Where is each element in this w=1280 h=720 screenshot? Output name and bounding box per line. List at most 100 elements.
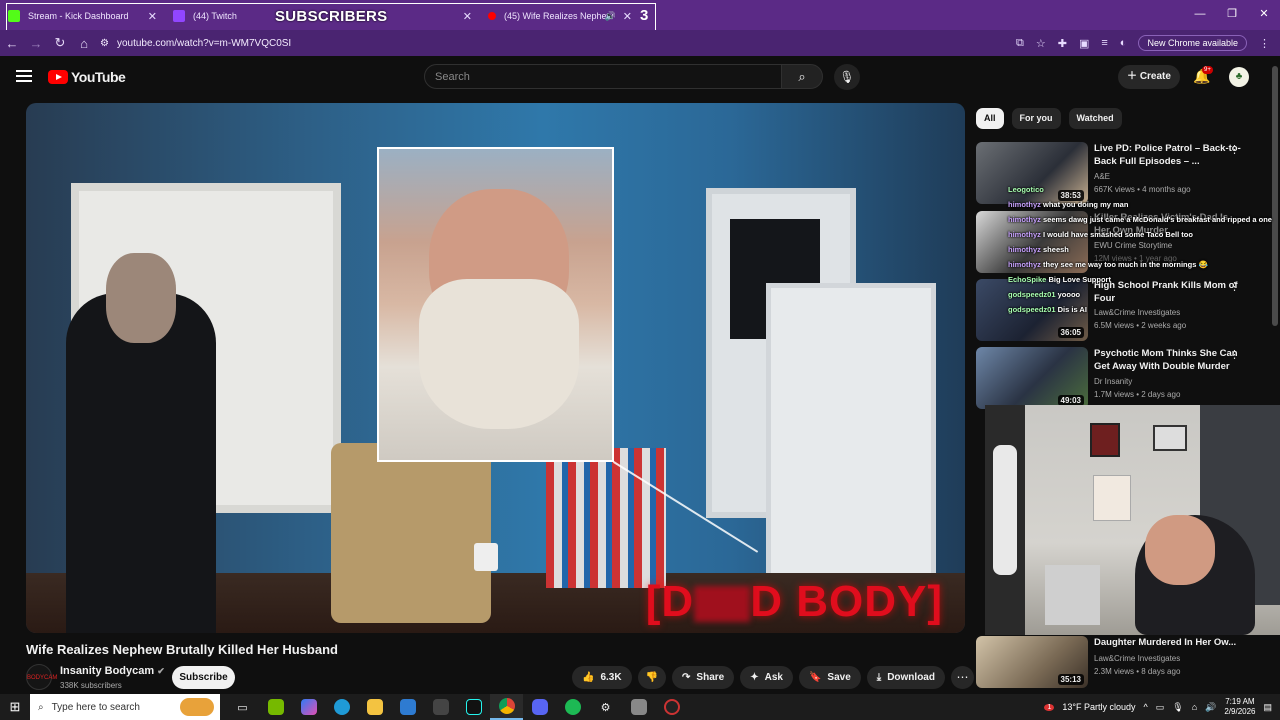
microphone-icon[interactable]: 🎙 <box>834 64 860 90</box>
recommendation-title[interactable]: Daughter Murdered In Her Ow... <box>1094 636 1244 649</box>
forward-icon[interactable]: → <box>24 36 48 51</box>
sidebar-icon[interactable]: ▣ <box>1079 37 1089 50</box>
close-tab-icon[interactable]: ✕ <box>623 10 632 23</box>
hamburger-menu-icon[interactable] <box>16 70 32 82</box>
youtube-logo[interactable]: YouTube <box>48 69 126 85</box>
chat-message: himothyz I would have smashed some Taco … <box>1008 230 1193 239</box>
search-input[interactable]: Search <box>424 64 782 89</box>
close-tab-icon[interactable]: ✕ <box>463 10 472 23</box>
recommendation-channel[interactable]: Dr Insanity <box>1094 377 1132 386</box>
search-icon[interactable]: ⌕ <box>781 64 823 89</box>
chip-for-you[interactable]: For you <box>1011 108 1061 129</box>
copilot-icon[interactable] <box>292 694 325 720</box>
video-actions: 👍 6.3K 👎 ↷ Share ✦ Ask 🔖 Save ⤓ Download ⋯ <box>572 666 974 689</box>
recommendation-channel[interactable]: Law&Crime Investigates <box>1094 308 1180 317</box>
browser-menu-icon[interactable]: ⋮ <box>1259 37 1270 50</box>
ask-button[interactable]: ✦ Ask <box>740 666 793 689</box>
video-player[interactable]: [D D BODY] <box>26 103 965 633</box>
bookmark-star-icon[interactable]: ☆ <box>1036 37 1046 50</box>
share-button[interactable]: ↷ Share <box>672 666 735 689</box>
spotify-icon[interactable] <box>556 694 589 720</box>
video-thumbnail[interactable]: 49:03 <box>976 347 1088 409</box>
tab-youtube[interactable]: (45) Wife Realizes Nephew 🔊 ✕ <box>480 3 640 29</box>
url-text: youtube.com/watch?v=m-WM7VQC0SI <box>116 37 292 49</box>
like-button[interactable]: 👍 6.3K <box>572 666 632 689</box>
close-tab-icon[interactable]: ✕ <box>148 10 157 23</box>
site-info-icon[interactable]: ⚙ <box>100 38 109 49</box>
app-icon[interactable] <box>622 694 655 720</box>
dislike-button[interactable]: 👎 <box>637 666 667 689</box>
chat-username: himothyz <box>1008 245 1041 254</box>
reading-list-icon[interactable]: ≡ <box>1101 37 1107 49</box>
settings-gear-icon[interactable]: ⚙ <box>589 694 622 720</box>
nvidia-icon[interactable] <box>259 694 292 720</box>
more-options-icon[interactable]: ⋮ <box>1229 280 1240 293</box>
chat-text: seems dawg just came a McDonald's breakf… <box>1043 215 1272 224</box>
recommendation-item[interactable]: 38:53 Live PD: Police Patrol – Back-to-B… <box>976 142 1266 206</box>
profile-icon[interactable]: ◐ <box>1120 37 1127 49</box>
create-button[interactable]: ＋ Create <box>1118 65 1180 89</box>
network-icon[interactable]: ⌂ <box>1192 702 1197 712</box>
tab-kick-dashboard[interactable]: Stream - Kick Dashboard ✕ <box>0 3 165 29</box>
edge-icon[interactable] <box>325 694 358 720</box>
page-scrollbar[interactable] <box>1272 66 1278 326</box>
volume-icon[interactable]: 🔊 <box>1205 702 1216 713</box>
subscribe-button[interactable]: Subscribe <box>172 666 235 689</box>
recommendation-channel[interactable]: Law&Crime Investigates <box>1094 654 1180 663</box>
save-button[interactable]: 🔖 Save <box>798 666 861 689</box>
channel-avatar[interactable]: BODYCAM <box>26 664 57 690</box>
ask-label: Ask <box>764 672 783 683</box>
close-window-icon[interactable]: ✕ <box>1248 0 1280 30</box>
minimize-icon[interactable]: — <box>1184 0 1216 30</box>
video-thumbnail[interactable]: 35:13 <box>976 636 1088 688</box>
more-actions-icon[interactable]: ⋯ <box>950 666 974 689</box>
dead-body-caption: [D D BODY] <box>646 577 943 627</box>
discord-icon[interactable] <box>523 694 556 720</box>
home-icon[interactable]: ⌂ <box>72 36 96 51</box>
subscribers-overlay-count: 3 <box>640 7 649 24</box>
store-icon[interactable] <box>391 694 424 720</box>
extensions-icon[interactable]: ✚ <box>1058 37 1067 50</box>
clock[interactable]: 7:19 AM 2/9/2026 <box>1224 697 1255 717</box>
battery-icon[interactable]: ▭ <box>1156 702 1165 713</box>
audio-icon[interactable]: 🔊 <box>605 11 616 22</box>
task-view-icon[interactable]: ▭ <box>226 694 259 720</box>
url-field[interactable]: ⚙ youtube.com/watch?v=m-WM7VQC0SI <box>100 38 960 49</box>
tiktok-icon[interactable] <box>457 694 490 720</box>
channel-name[interactable]: Insanity Bodycam ✔ <box>60 665 165 677</box>
file-explorer-icon[interactable] <box>358 694 391 720</box>
taskbar-search-input[interactable]: ⌕ Type here to search <box>30 694 220 720</box>
chat-username: Leogotico <box>1008 185 1044 194</box>
more-options-icon[interactable]: ⋮ <box>1229 348 1240 361</box>
chat-text: Big Love Support <box>1048 275 1111 284</box>
back-icon[interactable]: ← <box>0 36 24 51</box>
reload-icon[interactable]: ↻ <box>48 35 72 51</box>
more-options-icon[interactable]: ⋮ <box>1229 143 1240 156</box>
share-icon: ↷ <box>682 672 691 683</box>
video-thumbnail[interactable]: 38:53 <box>976 142 1088 204</box>
recommendation-title[interactable]: Psychotic Mom Thinks She Can Get Away Wi… <box>1094 347 1244 373</box>
hidden-icons-chevron-icon[interactable]: ^ <box>1144 702 1148 712</box>
recommendation-title[interactable]: Live PD: Police Patrol – Back-to-Back Fu… <box>1094 142 1244 168</box>
notification-center-icon[interactable]: ▤ <box>1263 702 1272 713</box>
recommendation-item[interactable]: 35:13 Daughter Murdered In Her Ow... Law… <box>976 636 1266 700</box>
recommendation-channel[interactable]: A&E <box>1094 172 1110 181</box>
install-icon[interactable]: ⧉ <box>1016 37 1024 50</box>
chrome-icon[interactable] <box>490 694 523 720</box>
app-icon[interactable] <box>424 694 457 720</box>
recommendation-item[interactable]: 49:03 Psychotic Mom Thinks She Can Get A… <box>976 347 1266 411</box>
obs-icon[interactable] <box>655 694 688 720</box>
restore-icon[interactable]: ❐ <box>1216 0 1248 30</box>
bookmark-icon: 🔖 <box>808 672 822 683</box>
recommendation-title[interactable]: High School Prank Kills Mom of Four <box>1094 279 1244 305</box>
recommendation-channel[interactable]: EWU Crime Storytime <box>1094 241 1172 250</box>
chip-watched[interactable]: Watched <box>1068 108 1122 129</box>
microphone-icon[interactable]: 🎙 <box>1172 702 1183 713</box>
account-avatar[interactable]: ♣ <box>1229 67 1249 87</box>
download-button[interactable]: ⤓ Download <box>866 666 945 689</box>
windows-start-icon[interactable]: ⊞ <box>0 699 30 715</box>
weather[interactable]: 13°F Partly cloudy <box>1062 702 1135 712</box>
chip-all[interactable]: All <box>976 108 1004 129</box>
sparkle-icon: ✦ <box>750 672 759 683</box>
new-chrome-available-button[interactable]: New Chrome available <box>1138 35 1247 51</box>
